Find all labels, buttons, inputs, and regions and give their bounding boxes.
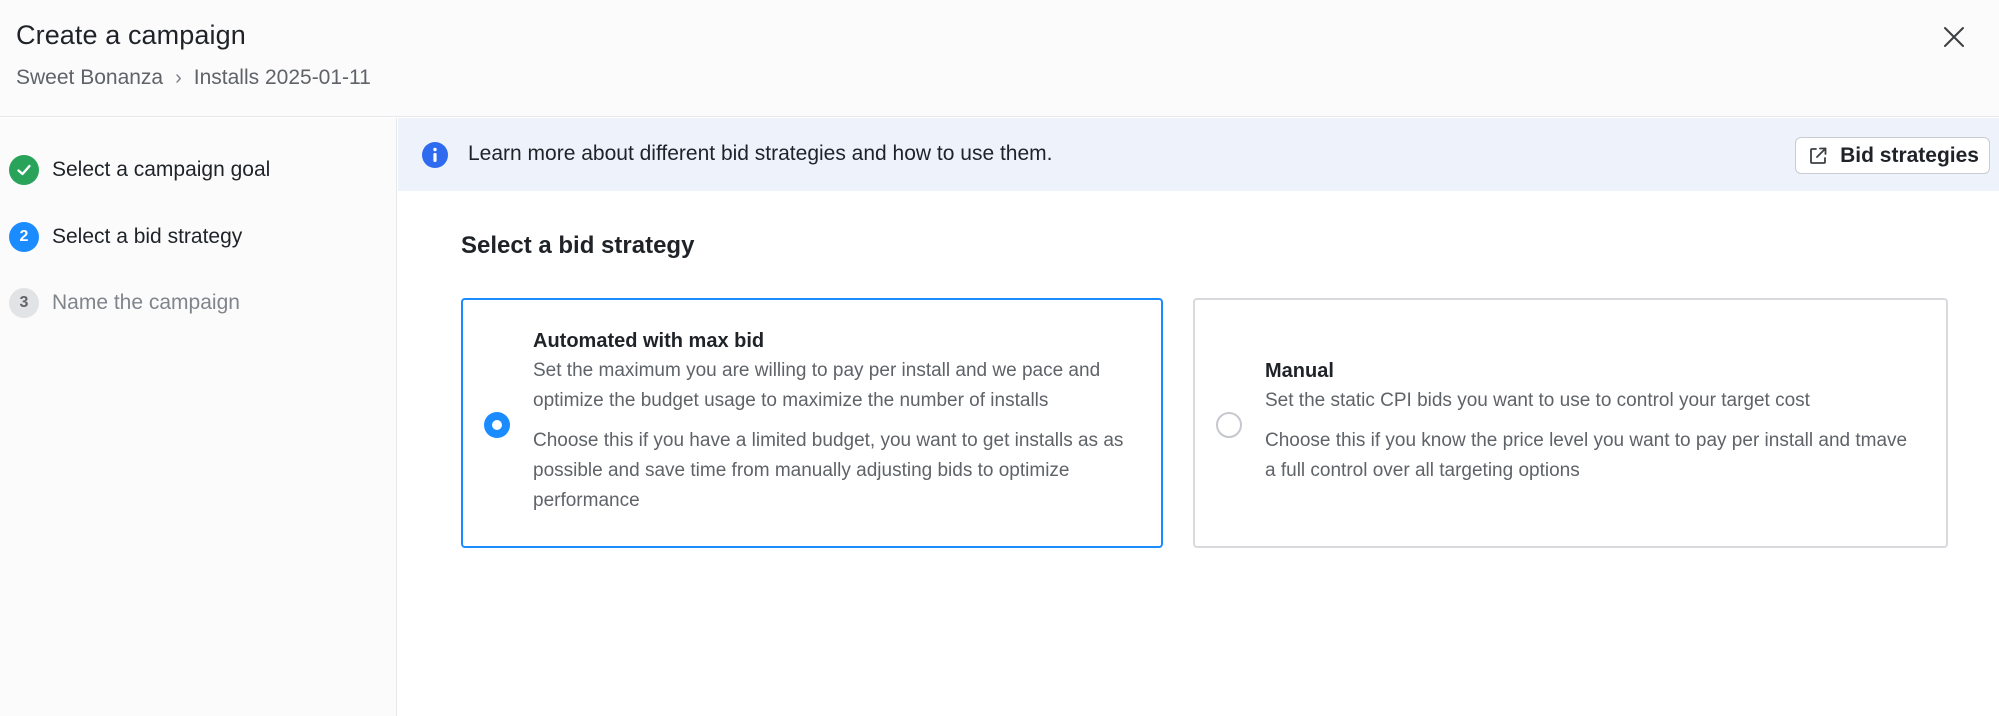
option-title: Manual — [1265, 360, 1334, 382]
breadcrumb-item-campaign: Installs 2025-01-11 — [193, 66, 371, 89]
step-label: Select a campaign goal — [52, 158, 271, 181]
modal-header: Create a campaign Sweet Bonanza › Instal… — [0, 0, 1999, 117]
page-title: Create a campaign — [16, 20, 246, 50]
info-banner-text: Learn more about different bid strategie… — [468, 142, 1053, 165]
option-description: Set the maximum you are willing to pay p… — [533, 360, 1101, 411]
option-title: Automated with max bid — [533, 330, 765, 352]
radio-manual[interactable] — [1216, 412, 1242, 438]
step-number-badge: 3 — [9, 288, 39, 318]
info-icon — [422, 142, 448, 168]
close-icon — [1944, 27, 1964, 47]
breadcrumb-separator: › — [175, 66, 182, 89]
step-label: Name the campaign — [52, 291, 240, 314]
option-hint: Choose this if you have a limited budget… — [533, 430, 1124, 511]
option-card-automated[interactable]: Automated with max bid Set the maximum y… — [461, 298, 1163, 548]
external-link-icon — [1810, 147, 1827, 164]
breadcrumb: Sweet Bonanza › Installs 2025-01-11 — [16, 66, 371, 90]
step-label: Select a bid strategy — [52, 225, 243, 248]
step-number-badge: 2 — [9, 222, 39, 252]
option-description: Set the static CPI bids you want to use … — [1265, 390, 1810, 411]
step-name-campaign: 3 Name the campaign — [9, 288, 240, 318]
section-title: Select a bid strategy — [461, 232, 695, 259]
steps-sidebar: Select a campaign goal 2 Select a bid st… — [0, 118, 397, 716]
step-select-bid-strategy[interactable]: 2 Select a bid strategy — [9, 222, 242, 252]
radio-automated[interactable] — [484, 412, 510, 438]
bid-strategies-button[interactable]: Bid strategies — [1795, 137, 1990, 174]
close-button[interactable] — [1939, 22, 1969, 52]
option-card-manual[interactable]: Manual Set the static CPI bids you want … — [1193, 298, 1948, 548]
bid-strategies-button-label: Bid strategies — [1840, 143, 1979, 167]
step-select-goal[interactable]: Select a campaign goal — [9, 155, 270, 185]
check-icon — [17, 164, 31, 176]
main-content: Learn more about different bid strategie… — [398, 118, 1999, 716]
info-banner: Learn more about different bid strategie… — [398, 118, 1999, 191]
option-hint: Choose this if you know the price level … — [1265, 430, 1908, 481]
breadcrumb-item-app[interactable]: Sweet Bonanza — [16, 66, 163, 90]
step-complete-badge — [9, 155, 39, 185]
